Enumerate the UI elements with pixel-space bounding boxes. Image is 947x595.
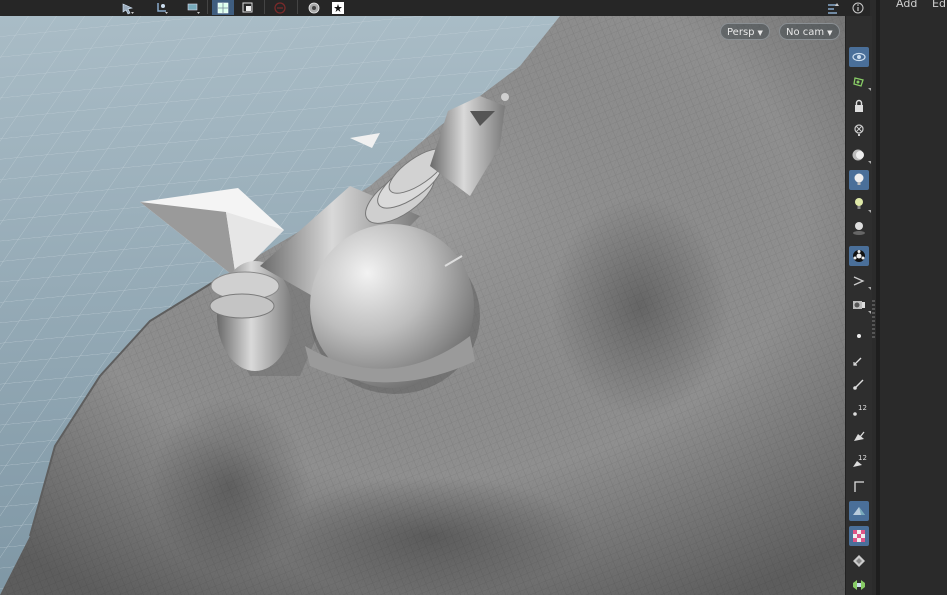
display-geometry-icon[interactable]	[849, 72, 871, 92]
menu-edit[interactable]: Ed	[932, 0, 946, 10]
persp-label: Persp	[727, 27, 755, 38]
no-cam-label: No cam	[786, 27, 825, 38]
texture-display-icon[interactable]	[849, 526, 869, 546]
shadows-icon[interactable]	[849, 218, 869, 238]
disabled-stop-icon[interactable]	[269, 0, 291, 15]
snap-options-icon[interactable]	[183, 0, 205, 15]
wireframe-toggle-icon[interactable]	[212, 0, 234, 15]
pane-resize-grip[interactable]	[872, 300, 875, 340]
scene-render	[0, 16, 845, 595]
menu-add[interactable]: Add	[896, 0, 917, 10]
lock-camera-icon[interactable]	[849, 96, 869, 116]
display-points-icon[interactable]	[849, 271, 871, 291]
persp-view-button[interactable]: Persp ▼	[720, 23, 770, 40]
primitive-number-label: 12	[858, 454, 867, 462]
scene-viewport[interactable]: Persp ▼ No cam ▼	[0, 16, 845, 595]
light-options-icon[interactable]	[849, 194, 871, 214]
render-camera-icon[interactable]	[303, 0, 325, 15]
select-mode-icon[interactable]	[117, 0, 139, 15]
primitive-normals-icon[interactable]	[849, 426, 869, 446]
toolbar-separator	[297, 0, 298, 14]
point-markers-icon[interactable]	[849, 326, 869, 346]
ignore-lights-icon[interactable]	[849, 120, 869, 140]
toolbar-separator	[264, 0, 265, 14]
dropdown-caret-icon: ▼	[757, 29, 763, 37]
display-options-icon[interactable]	[237, 0, 259, 15]
uv-boundary-icon[interactable]	[849, 476, 869, 496]
dropdown-caret-icon: ▼	[827, 29, 833, 37]
ambient-occlusion-icon[interactable]	[849, 246, 869, 266]
point-number-label: 12	[858, 404, 867, 412]
normals-icon[interactable]	[849, 350, 869, 370]
shading-mode-icon[interactable]	[849, 145, 871, 165]
point-normals-icon[interactable]	[849, 374, 869, 394]
toolbar-separator	[207, 0, 208, 14]
display-pane-options-icon[interactable]	[822, 0, 844, 15]
no-cam-button[interactable]: No cam ▼	[779, 23, 840, 40]
flipbook-icon[interactable]	[327, 0, 349, 15]
display-toolbar: 12 12	[845, 16, 872, 595]
help-icon[interactable]	[847, 0, 869, 15]
transform-handle-icon[interactable]	[151, 0, 173, 15]
show-guides-icon[interactable]	[849, 47, 869, 67]
viewport-top-toolbar	[0, 0, 870, 17]
template-display-icon[interactable]	[849, 295, 871, 315]
backface-icon[interactable]	[849, 501, 869, 521]
visualizer-icon[interactable]	[849, 575, 869, 595]
primitive-numbers-icon[interactable]: 12	[849, 451, 869, 471]
point-numbers-icon[interactable]: 12	[849, 400, 869, 420]
headlight-icon[interactable]	[849, 170, 869, 190]
network-editor-pane: Add Ed	[880, 0, 947, 595]
particle-display-icon[interactable]	[849, 551, 869, 571]
